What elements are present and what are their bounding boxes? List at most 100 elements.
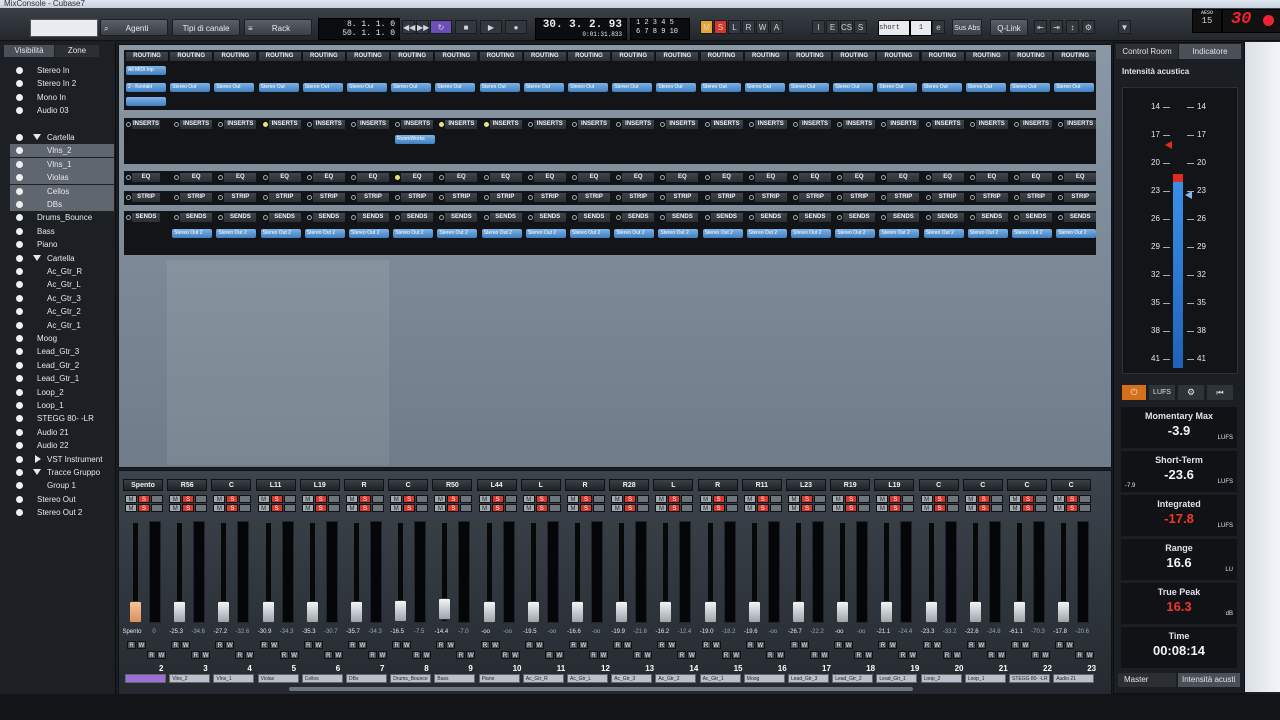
routing-label[interactable]: ROUTING	[1010, 52, 1052, 61]
read-automation-button[interactable]: R	[942, 651, 952, 659]
output-routing[interactable]: Stereo Out	[170, 83, 211, 92]
bypass-icon[interactable]	[969, 195, 975, 200]
reset-icon[interactable]: ⏮	[1207, 385, 1233, 400]
output-routing[interactable]: Stereo Out	[877, 83, 918, 92]
read-automation-button[interactable]: R	[524, 641, 534, 649]
routing-label[interactable]: ROUTING	[258, 52, 301, 61]
tab-zones[interactable]: Zone	[55, 45, 99, 57]
strip-label[interactable]: STRIP	[1064, 193, 1097, 202]
visibility-dot-icon[interactable]	[16, 482, 23, 490]
toggle-m[interactable]: M	[700, 20, 713, 34]
folder-collapsed-icon[interactable]	[35, 454, 41, 463]
eq-label[interactable]: EQ	[622, 173, 655, 182]
output-routing[interactable]: Stereo Out	[789, 83, 829, 92]
volume-fader[interactable]	[571, 600, 584, 623]
send-slot[interactable]: Stereo Out 2	[216, 229, 257, 238]
eq-label[interactable]: EQ	[1064, 173, 1097, 182]
bypass-icon[interactable]	[218, 215, 224, 220]
bypass-icon[interactable]	[572, 215, 577, 220]
volume-fader[interactable]	[1057, 601, 1071, 623]
mute-button[interactable]: M	[213, 495, 226, 503]
solo-button[interactable]: S	[845, 495, 858, 503]
bypass-icon[interactable]	[395, 122, 401, 127]
send-slot[interactable]: Stereo Out 2	[967, 229, 1008, 238]
bypass-icon[interactable]	[704, 122, 710, 127]
lufs-button[interactable]: LUFS	[1149, 385, 1175, 400]
peak-value[interactable]: -22.2	[806, 629, 828, 635]
volume-fader[interactable]	[129, 601, 142, 623]
sends-label[interactable]: SENDS	[357, 213, 389, 222]
solo-button[interactable]: S	[226, 495, 239, 503]
inserts-label[interactable]: INSERTS	[268, 120, 301, 129]
write-automation-button[interactable]: W	[996, 651, 1006, 659]
shortcut-field[interactable]: short	[878, 20, 910, 36]
volume-fader[interactable]	[350, 601, 363, 623]
peak-value[interactable]: -34.3	[364, 629, 386, 635]
monitor-button[interactable]	[151, 495, 163, 503]
cycle-icon[interactable]: ↻	[430, 20, 452, 34]
fader-value[interactable]: -19.6	[740, 629, 762, 635]
mute-button[interactable]: M	[125, 504, 137, 512]
mute-button[interactable]: M	[920, 504, 933, 512]
sends-label[interactable]: SENDS	[1020, 213, 1052, 222]
monitor-button[interactable]	[990, 495, 1003, 503]
fader-value[interactable]: -22.6	[961, 629, 983, 635]
visibility-item[interactable]	[10, 118, 114, 131]
fader-value[interactable]: -21.1	[872, 629, 894, 635]
listen-button[interactable]	[283, 504, 296, 512]
solo-button[interactable]: S	[801, 504, 813, 512]
sends-label[interactable]: SENDS	[975, 213, 1008, 222]
bypass-icon[interactable]	[527, 122, 533, 127]
mute-button[interactable]: M	[213, 504, 226, 512]
bypass-icon[interactable]	[925, 195, 931, 200]
edit-button-e[interactable]: E	[826, 20, 839, 34]
volume-fader[interactable]	[659, 600, 673, 623]
mute-button[interactable]: M	[1053, 495, 1066, 503]
solo-button[interactable]: S	[447, 495, 460, 503]
inserts-label[interactable]: INSERTS	[843, 120, 876, 129]
eq-label[interactable]: EQ	[843, 173, 876, 182]
monitor-button[interactable]	[814, 495, 826, 503]
gear-icon[interactable]: ⚙	[1178, 385, 1204, 400]
write-automation-button[interactable]: W	[599, 651, 608, 659]
peak-value[interactable]: -7.0	[452, 629, 474, 635]
monitor-button[interactable]	[681, 495, 694, 503]
volume-fader[interactable]	[217, 601, 231, 623]
channel-name[interactable]: Piano	[478, 674, 520, 683]
channel-name[interactable]: Loop_2	[920, 674, 962, 683]
input-routing[interactable]: All MIDI Inp	[126, 66, 166, 75]
eq-label[interactable]: EQ	[489, 173, 522, 182]
inserts-label[interactable]: INSERTS	[622, 120, 655, 129]
bypass-icon[interactable]	[660, 122, 666, 127]
channel-name[interactable]: DBs	[346, 674, 387, 683]
monitor-button[interactable]	[593, 495, 605, 503]
listen-button[interactable]	[681, 504, 694, 512]
solo-button[interactable]: S	[359, 495, 371, 503]
monitor-button[interactable]	[725, 495, 738, 503]
rack-button[interactable]: ≡ Rack	[244, 19, 312, 36]
visibility-item[interactable]: VST Instrument	[10, 453, 114, 466]
bypass-icon[interactable]	[351, 215, 356, 220]
read-automation-button[interactable]: R	[854, 651, 864, 659]
write-automation-button[interactable]: W	[157, 651, 166, 659]
read-automation-button[interactable]: R	[834, 641, 844, 649]
channel-name[interactable]: Lead_Gtr_3	[788, 674, 829, 683]
channel-types-button[interactable]: Tipi di canale	[172, 19, 240, 36]
write-automation-button[interactable]: W	[534, 641, 544, 649]
strip-label[interactable]: STRIP	[489, 193, 522, 202]
visibility-item[interactable]: Violas	[10, 171, 114, 185]
mute-button[interactable]: M	[346, 495, 358, 503]
channel-name[interactable]: Vlns_2	[169, 674, 211, 683]
bypass-icon[interactable]	[616, 122, 622, 127]
write-automation-button[interactable]: W	[623, 641, 633, 649]
visibility-dot-icon[interactable]	[16, 509, 23, 517]
fader-value[interactable]: -35.3	[298, 629, 320, 635]
eq-label[interactable]: EQ	[1020, 173, 1052, 182]
read-automation-button[interactable]: R	[790, 641, 799, 649]
fader-value[interactable]: -26.7	[784, 629, 806, 635]
peak-value[interactable]: -30.7	[320, 629, 342, 635]
eq-label[interactable]: EQ	[799, 173, 831, 182]
toggle-w[interactable]: W	[756, 20, 769, 34]
visibility-dot-icon[interactable]	[16, 294, 23, 302]
read-automation-button[interactable]: R	[633, 651, 643, 659]
